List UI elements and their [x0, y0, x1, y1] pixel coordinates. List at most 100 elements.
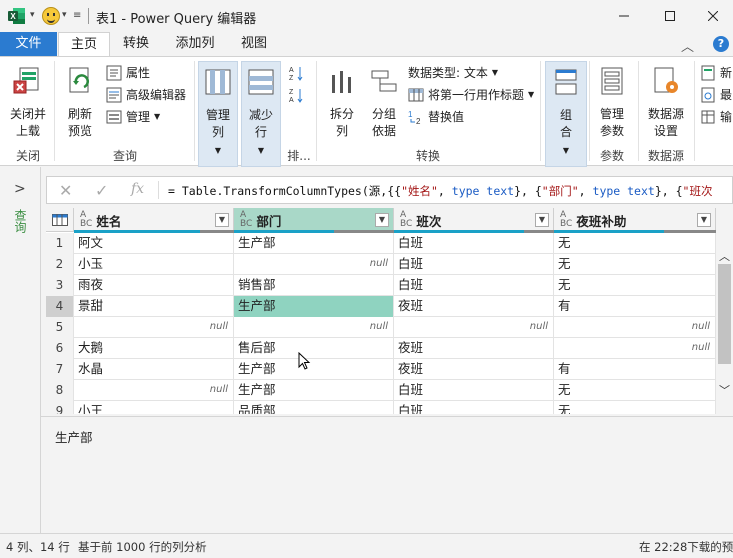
- cell-shift[interactable]: 白班: [394, 233, 554, 254]
- cell-shift[interactable]: 夜班: [394, 296, 554, 317]
- cell-name[interactable]: 大鹅: [74, 338, 234, 359]
- close-button[interactable]: [690, 0, 733, 32]
- text-type-icon[interactable]: A BC: [560, 211, 572, 229]
- text-type-icon[interactable]: A BC: [80, 211, 92, 229]
- combine-button[interactable]: 组 合 ▼: [545, 61, 587, 167]
- cell-department[interactable]: 售后部: [234, 338, 394, 359]
- table-menu-button[interactable]: [46, 208, 74, 232]
- cell-name[interactable]: null: [74, 380, 234, 401]
- table-row[interactable]: 6 大鹅 售后部 夜班 null: [46, 338, 716, 359]
- tab-view[interactable]: 视图: [232, 32, 276, 56]
- table-row[interactable]: 5 null null null null: [46, 317, 716, 338]
- datasource-settings-button[interactable]: 数据源 设置: [642, 61, 690, 145]
- enter-data-button[interactable]: 输: [700, 107, 732, 127]
- recent-sources-button[interactable]: 最: [700, 85, 732, 105]
- row-index[interactable]: 7: [46, 359, 74, 380]
- reduce-rows-button[interactable]: 减少 行 ▼: [241, 61, 281, 167]
- quick-access-dropdown-icon[interactable]: ▾: [30, 10, 35, 20]
- sort-descending-button[interactable]: ZA: [288, 85, 308, 105]
- cell-name[interactable]: 水晶: [74, 359, 234, 380]
- cell-shift[interactable]: 夜班: [394, 338, 554, 359]
- cell-shift[interactable]: 白班: [394, 275, 554, 296]
- cell-night-allowance[interactable]: null: [554, 338, 716, 359]
- new-source-button[interactable]: 新: [700, 63, 732, 83]
- properties-button[interactable]: 属性: [106, 63, 150, 83]
- tab-home[interactable]: 主页: [58, 32, 110, 57]
- cell-department[interactable]: 销售部: [234, 275, 394, 296]
- cell-department[interactable]: 生产部: [234, 380, 394, 401]
- cell-night-allowance[interactable]: 无: [554, 254, 716, 275]
- cell-department[interactable]: 生产部: [234, 359, 394, 380]
- manage-query-button[interactable]: 管理 ▼: [106, 107, 160, 127]
- cell-name[interactable]: 景甜: [74, 296, 234, 317]
- cell-name[interactable]: 阿文: [74, 233, 234, 254]
- tab-transform[interactable]: 转换: [112, 32, 160, 56]
- table-row[interactable]: 2 小玉 null 白班无: [46, 254, 716, 275]
- cell-name[interactable]: null: [74, 317, 234, 338]
- cell-night-allowance[interactable]: 有: [554, 296, 716, 317]
- replace-values-button[interactable]: 12 替换值: [408, 107, 464, 127]
- row-index[interactable]: 8: [46, 380, 74, 401]
- confirm-formula-icon[interactable]: ✓: [95, 181, 108, 200]
- cancel-formula-icon[interactable]: ✕: [59, 181, 72, 200]
- grid-vertical-scrollbar[interactable]: ︿ ﹀: [716, 232, 733, 414]
- text-type-icon[interactable]: A BC: [240, 211, 252, 229]
- table-row[interactable]: 4 景甜 生产部 夜班有: [46, 296, 716, 317]
- row-index[interactable]: 3: [46, 275, 74, 296]
- scroll-up-icon[interactable]: ︿: [719, 248, 730, 264]
- data-type-dropdown[interactable]: 数据类型: 文本 ▼: [408, 63, 498, 83]
- formula-bar[interactable]: ✕ ✓ fx = Table.TransformColumnTypes(源,{{…: [46, 176, 733, 204]
- maximize-button[interactable]: [647, 0, 693, 32]
- use-first-row-header-button[interactable]: 将第一行用作标题 ▼: [408, 85, 534, 105]
- table-row[interactable]: 1 阿文 生产部 白班无: [46, 233, 716, 254]
- tab-file[interactable]: 文件: [0, 32, 57, 56]
- cell-shift[interactable]: 夜班: [394, 359, 554, 380]
- advanced-editor-button[interactable]: 高级编辑器: [106, 85, 186, 105]
- cell-department[interactable]: 品质部: [234, 401, 394, 414]
- row-index[interactable]: 6: [46, 338, 74, 359]
- data-grid[interactable]: A BC 姓名 ▼ A BC 部门 ▼ A BC 班次 ▼ A BC 夜班补助 ▼ 1阿…: [46, 208, 716, 414]
- text-type-icon[interactable]: A BC: [400, 211, 412, 229]
- column-header-department[interactable]: A BC 部门 ▼: [234, 208, 394, 232]
- function-fx-icon[interactable]: fx: [131, 181, 144, 197]
- cell-night-allowance[interactable]: 无: [554, 275, 716, 296]
- cell-shift[interactable]: 白班: [394, 380, 554, 401]
- scrollbar-thumb[interactable]: [718, 264, 731, 364]
- split-column-button[interactable]: 拆分 列: [322, 61, 362, 145]
- cell-night-allowance[interactable]: null: [554, 317, 716, 338]
- cell-name[interactable]: 小玉: [74, 254, 234, 275]
- column-filter-dropdown-icon[interactable]: ▼: [697, 213, 711, 227]
- expand-queries-chevron-icon[interactable]: >: [14, 181, 26, 197]
- choose-columns-button[interactable]: 管理 列 ▼: [198, 61, 238, 167]
- cell-name[interactable]: 小王: [74, 401, 234, 414]
- row-index[interactable]: 5: [46, 317, 74, 338]
- cell-night-allowance[interactable]: 无: [554, 380, 716, 401]
- cell-department[interactable]: 生产部: [234, 296, 394, 317]
- column-header-night-allowance[interactable]: A BC 夜班补助 ▼: [554, 208, 716, 232]
- column-filter-dropdown-icon[interactable]: ▼: [535, 213, 549, 227]
- cell-night-allowance[interactable]: 无: [554, 233, 716, 254]
- cell-night-allowance[interactable]: 无: [554, 401, 716, 414]
- cell-name[interactable]: 雨夜: [74, 275, 234, 296]
- table-row[interactable]: 3 雨夜 销售部 白班无: [46, 275, 716, 296]
- cell-night-allowance[interactable]: 有: [554, 359, 716, 380]
- row-index[interactable]: 1: [46, 233, 74, 254]
- queries-pane-collapsed[interactable]: > 查询: [0, 167, 41, 533]
- scroll-down-icon[interactable]: ﹀: [719, 382, 730, 398]
- smiley-dropdown-icon[interactable]: ▾: [62, 10, 67, 20]
- collapse-ribbon-icon[interactable]: ︿: [681, 36, 694, 55]
- minimize-button[interactable]: [601, 0, 647, 32]
- cell-department[interactable]: null: [234, 254, 394, 275]
- refresh-preview-button[interactable]: 刷新 预览: [58, 61, 102, 145]
- sort-ascending-button[interactable]: AZ: [288, 63, 308, 83]
- cell-department[interactable]: null: [234, 317, 394, 338]
- smiley-feedback-icon[interactable]: [42, 7, 60, 25]
- column-header-shift[interactable]: A BC 班次 ▼: [394, 208, 554, 232]
- cell-shift[interactable]: null: [394, 317, 554, 338]
- close-and-load-button[interactable]: 关闭并 上载: [4, 61, 52, 145]
- group-by-button[interactable]: 分组 依据: [364, 61, 404, 145]
- column-filter-dropdown-icon[interactable]: ▼: [215, 213, 229, 227]
- tab-add-column[interactable]: 添加列: [166, 32, 224, 56]
- formula-text[interactable]: = Table.TransformColumnTypes(源,{{"姓名", t…: [168, 183, 712, 199]
- table-row[interactable]: 9 小王 品质部 白班无: [46, 401, 716, 414]
